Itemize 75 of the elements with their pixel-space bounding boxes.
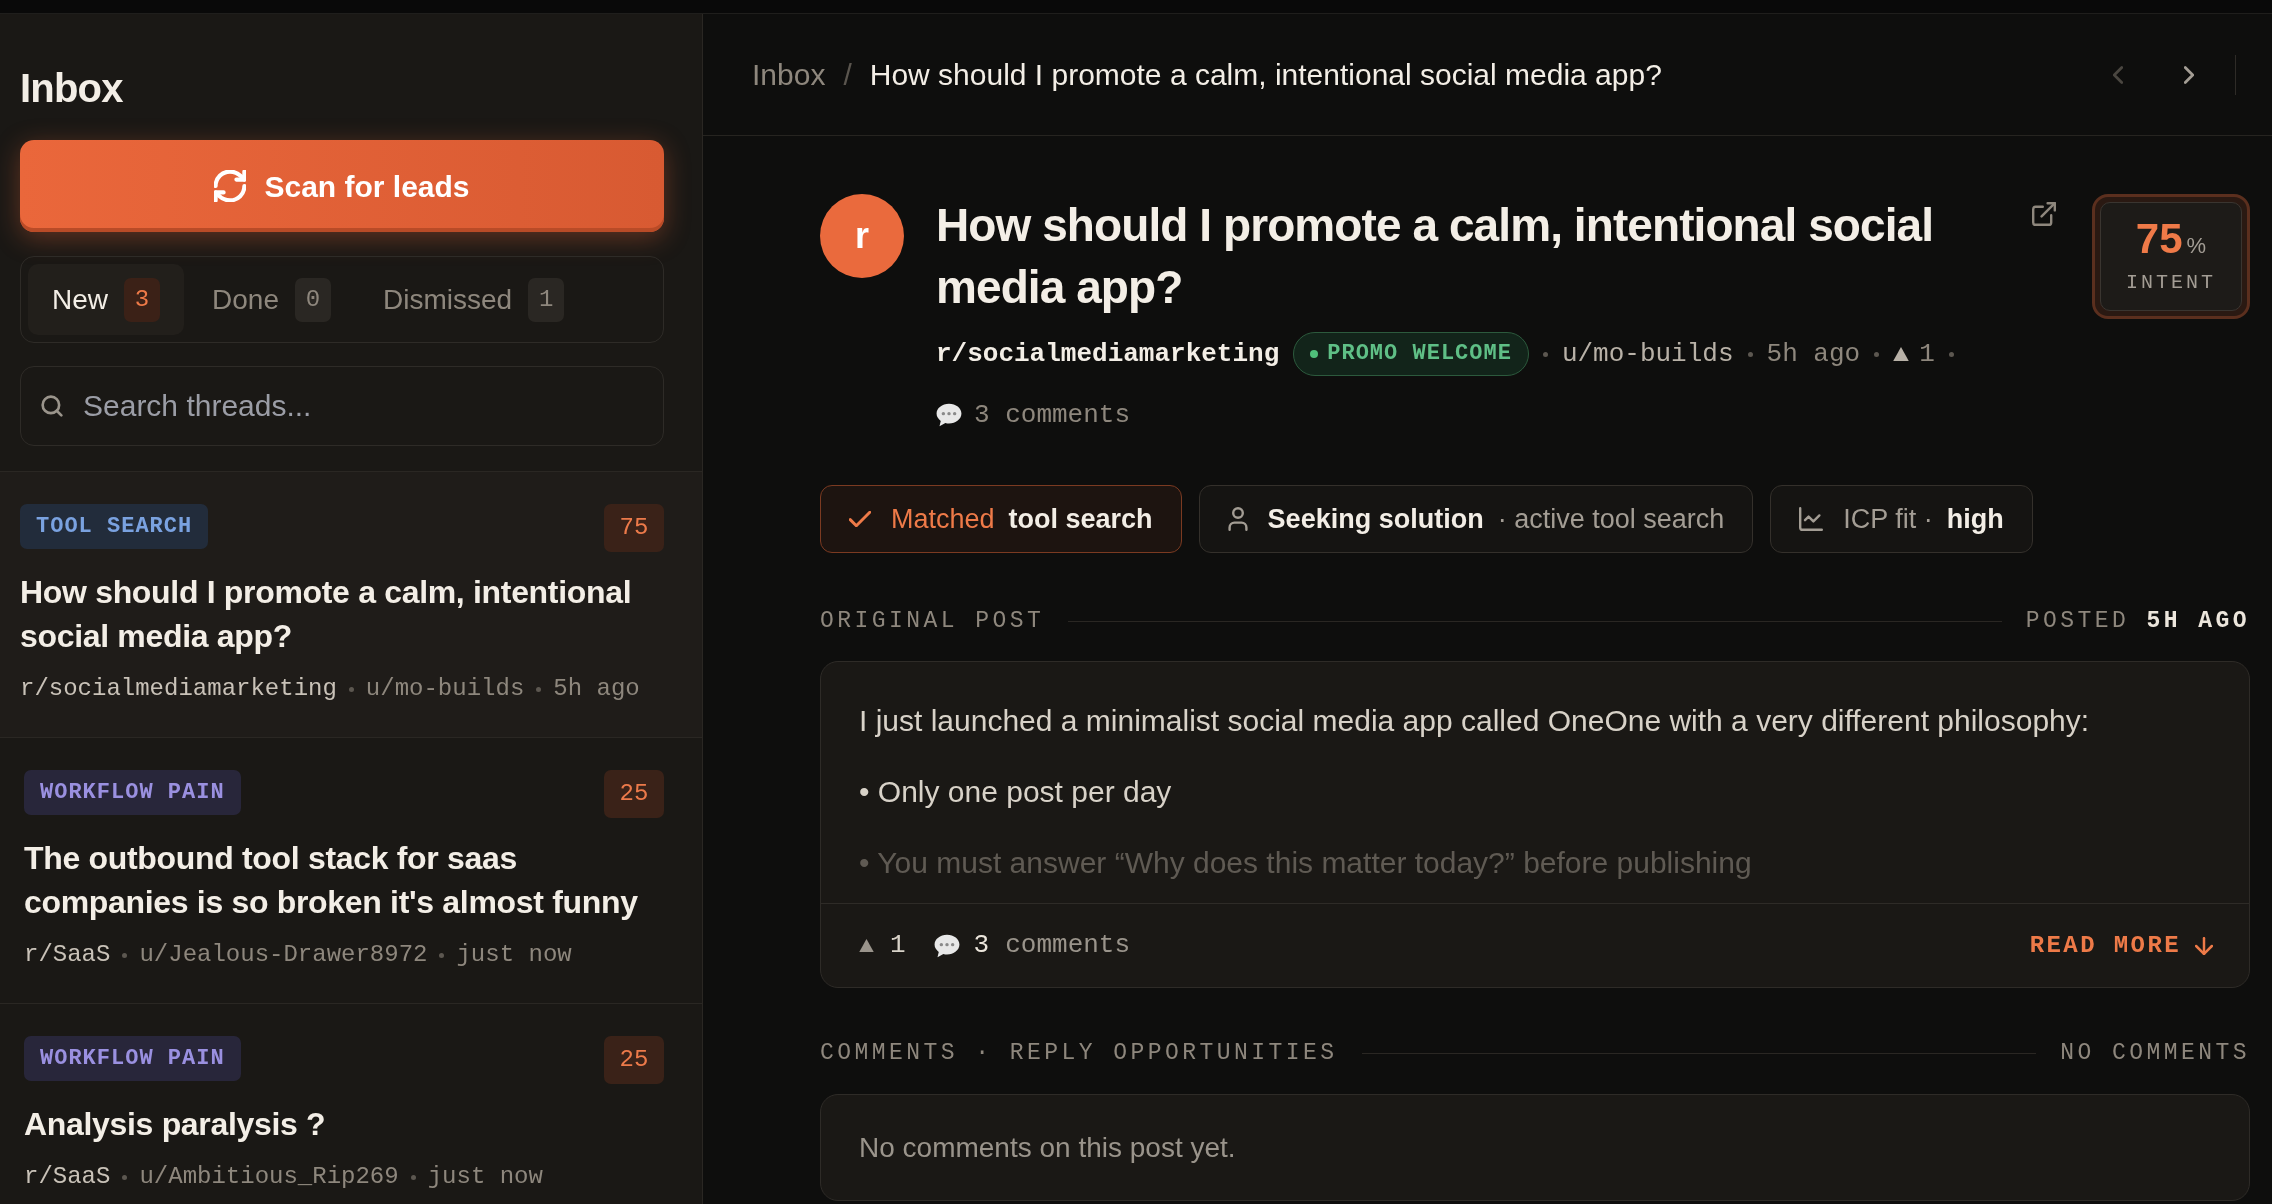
search-field[interactable]: Search threads...: [20, 366, 664, 446]
breadcrumb-current: How should I promote a calm, intentional social media app?: [869, 57, 1662, 93]
speech-bubble-icon: [933, 933, 960, 958]
subreddit-avatar: r: [820, 194, 904, 278]
intent-label: INTENT: [2126, 269, 2216, 296]
chevron-left-icon: [2113, 65, 2123, 84]
comment-count: 3: [973, 929, 990, 962]
check-icon: [849, 511, 871, 527]
search-icon: [41, 395, 63, 417]
post-text: • You must answer “Why does this matter today?” before publishing: [859, 845, 1753, 881]
comment-count: 3 comments: [974, 400, 1131, 430]
section-heading: ORIGINAL POST: [820, 607, 1045, 635]
filter-tab[interactable]: Dismissed 1: [358, 264, 589, 335]
tab-count: 0: [294, 277, 331, 322]
arrow-down-icon: [2195, 936, 2213, 955]
breadcrumb-separator: /: [843, 57, 852, 93]
posted-time: POSTED 5H AGO: [2025, 607, 2250, 635]
scan-for-leads-button[interactable]: Scan for leads: [20, 140, 664, 232]
thread-list-item[interactable]: WORKFLOW PAIN 25 Analysis paralysis ? r/SaaS u/Ambitious_Rip269 just now: [0, 1004, 702, 1204]
thread-title: The outbound tool stack for saas companies is so broken it's almost funny: [24, 839, 639, 922]
tab-count: 3: [124, 277, 160, 322]
author-name: u/mo-builds: [365, 674, 525, 704]
thread-list-item[interactable]: TOOL SEARCH 75 How should I promote a calm, intentional social media app? r/socialmediamarketing u/mo-builds 5h ago: [0, 472, 702, 738]
intent-unit: %: [2186, 231, 2207, 260]
chip-value: high: [1946, 502, 2004, 536]
chip-label: Seeking solution: [1267, 502, 1484, 536]
chip-label: Matched: [891, 502, 995, 536]
thread-title: Analysis paralysis ?: [24, 1105, 327, 1144]
author-name: u/mo-builds: [1561, 339, 1734, 369]
post-time: 5h ago: [1766, 339, 1861, 369]
subreddit-name: r/socialmediamarketing: [936, 339, 1280, 369]
intent-value: 75: [2135, 215, 2183, 262]
empty-comments-text: No comments on this post yet.: [859, 1130, 1236, 1165]
post-title: How should I promote a calm, intentional social media app?: [936, 198, 1935, 315]
post-text: I just launched a minimalist social media app called OneOne with a very different philosophy:: [859, 703, 2091, 739]
chip-value: tool search: [1008, 502, 1153, 536]
post-time: 5h ago: [553, 674, 640, 704]
author-name: u/Jealous-Drawer8972: [139, 940, 428, 970]
speech-bubble-icon: [936, 403, 962, 427]
subreddit-name: r/socialmediamarketing: [20, 674, 337, 704]
category-tag: TOOL SEARCH: [20, 504, 209, 549]
chip-value: · active tool search: [1497, 502, 1725, 536]
filter-tab[interactable]: New 3: [28, 264, 184, 335]
author-name: u/Ambitious_Rip269: [139, 1162, 399, 1192]
intent-score: 25: [604, 1036, 664, 1084]
intent-score: 75: [604, 504, 664, 552]
chevron-right-icon: [2184, 65, 2194, 84]
thread-list-item[interactable]: WORKFLOW PAIN 25 The outbound tool stack for saas companies is so broken it's almost funny r/SaaS u/Jealous-Drawer8972 just now: [0, 738, 702, 1004]
chip-label: ICP fit ·: [1843, 502, 1933, 536]
thread-title: How should I promote a calm, intentional social media app?: [20, 573, 633, 656]
upvote-count: 1: [1919, 339, 1935, 369]
read-more-button[interactable]: READ MORE: [2029, 927, 2213, 964]
post-text: • Only one post per day: [859, 774, 1173, 810]
section-heading: COMMENTS · REPLY OPPORTUNITIES: [820, 1039, 1338, 1067]
breadcrumb-link[interactable]: Inbox: [752, 52, 826, 97]
refresh-icon: [214, 170, 247, 202]
sidebar-title: Inbox: [20, 65, 123, 112]
category-tag: WORKFLOW PAIN: [24, 1036, 241, 1081]
external-link-icon[interactable]: [2032, 202, 2056, 226]
filter-tab[interactable]: Done 0: [188, 264, 355, 335]
upvote-count: 1: [890, 929, 906, 962]
post-time: just now: [427, 1162, 543, 1192]
comment-total: NO COMMENTS: [2060, 1039, 2250, 1067]
tab-count: 1: [528, 277, 565, 322]
comment-label: comments: [1005, 929, 1131, 962]
person-icon: [1227, 507, 1248, 531]
up-triangle-icon: [859, 939, 874, 952]
line-chart-icon: [1799, 507, 1824, 531]
intent-score: 25: [604, 770, 664, 818]
subreddit-name: r/SaaS: [24, 1162, 111, 1192]
flair-label: PROMO WELCOME: [1327, 340, 1512, 368]
category-tag: WORKFLOW PAIN: [24, 770, 241, 815]
post-time: just now: [456, 940, 572, 970]
subreddit-name: r/SaaS: [24, 940, 111, 970]
up-triangle-icon: [1893, 347, 1910, 361]
